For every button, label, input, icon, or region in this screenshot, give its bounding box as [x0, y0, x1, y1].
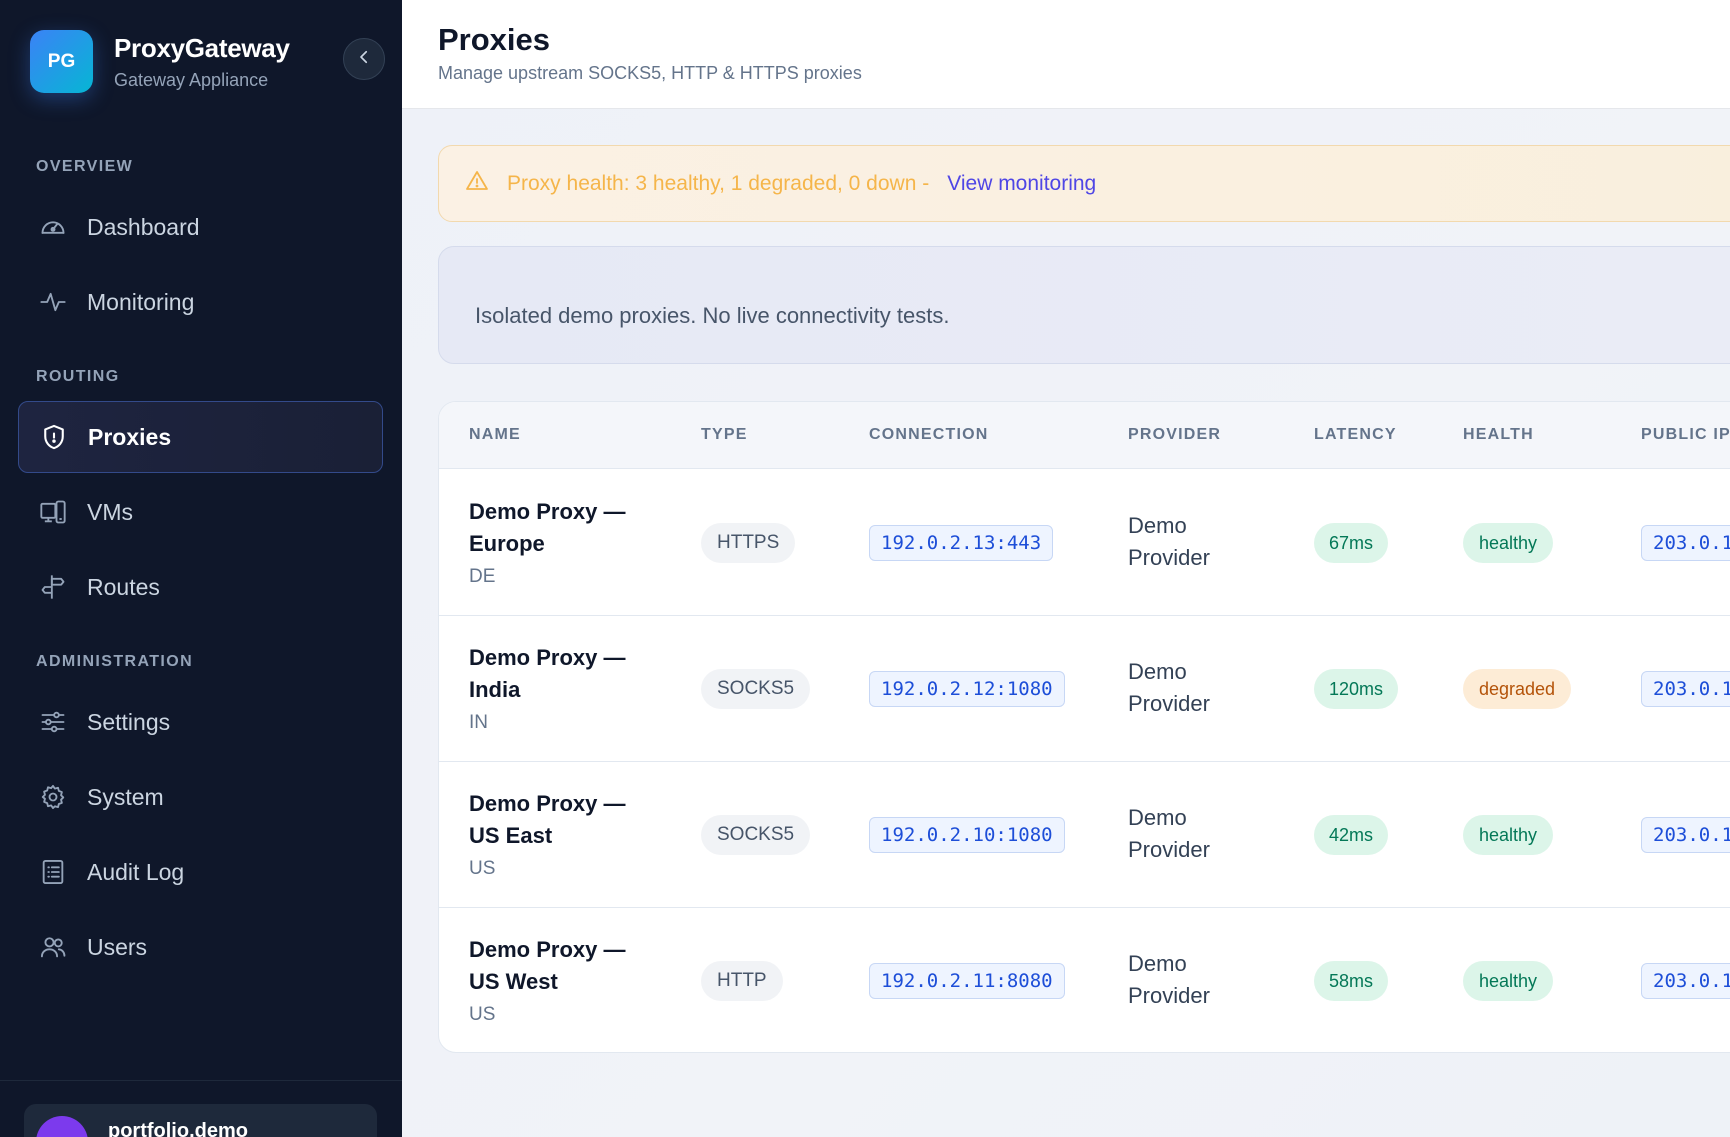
user-card[interactable]: portfolio.demo [24, 1104, 377, 1137]
health-badge: healthy [1463, 961, 1554, 1001]
health-badge: healthy [1463, 523, 1554, 563]
table-row[interactable]: Demo Proxy — US East US SOCKS5 192.0.2.1… [439, 762, 1730, 908]
avatar [36, 1116, 88, 1137]
column-header-latency[interactable]: LATENCY [1314, 426, 1397, 444]
info-text: Isolated demo proxies. No live connectiv… [475, 303, 950, 328]
latency-badge: 120ms [1314, 669, 1399, 709]
column-header-connection[interactable]: CONNECTION [869, 426, 989, 444]
sidebar-divider [0, 1080, 402, 1081]
proxy-country: US [469, 858, 496, 879]
sidebar-item-label: Settings [87, 708, 171, 735]
proxy-name: Demo Proxy — US East [469, 791, 626, 848]
proxy-name: Demo Proxy — India [469, 645, 626, 702]
proxy-country: IN [469, 712, 488, 733]
chevron-left-icon [355, 48, 373, 71]
main-content: Proxies Manage upstream SOCKS5, HTTP & H… [402, 0, 1730, 1137]
latency-badge: 67ms [1314, 523, 1389, 563]
sidebar-item-system[interactable]: System [18, 761, 383, 833]
sidebar-item-label: Dashboard [87, 213, 200, 240]
proxy-type-badge: HTTP [701, 961, 783, 1001]
sidebar-item-label: Users [87, 933, 148, 960]
sidebar-item-vms[interactable]: VMs [18, 476, 383, 548]
proxies-table: NAME TYPE CONNECTION PROVIDER LATENCY HE… [438, 401, 1730, 1053]
proxy-provider: Demo Provider [1128, 659, 1210, 716]
collapse-sidebar-button[interactable] [343, 38, 385, 80]
sliders-icon [38, 707, 68, 737]
public-ip[interactable]: 203.0.1 [1641, 963, 1730, 999]
page-title: Proxies [438, 22, 551, 57]
table-header: NAME TYPE CONNECTION PROVIDER LATENCY HE… [439, 402, 1730, 469]
proxy-name: Demo Proxy — US West [469, 937, 626, 994]
brand-logo: PG [30, 30, 93, 93]
signpost-icon [38, 572, 68, 602]
page-subtitle: Manage upstream SOCKS5, HTTP & HTTPS pro… [438, 63, 862, 83]
public-ip[interactable]: 203.0.1 [1641, 817, 1730, 853]
health-badge: degraded [1463, 669, 1572, 709]
latency-badge: 58ms [1314, 961, 1389, 1001]
table-row[interactable]: Demo Proxy — US West US HTTP 192.0.2.11:… [439, 908, 1730, 1052]
sidebar-item-label: System [87, 783, 164, 810]
public-ip[interactable]: 203.0.1 [1641, 525, 1730, 561]
sidebar-item-settings[interactable]: Settings [18, 686, 383, 758]
health-badge: healthy [1463, 815, 1554, 855]
activity-icon [38, 287, 68, 317]
alert-text: Proxy health: 3 healthy, 1 degraded, 0 d… [507, 171, 930, 195]
section-label-routing: ROUTING [36, 368, 120, 385]
proxy-connection[interactable]: 192.0.2.11:8080 [869, 963, 1065, 999]
column-header-name[interactable]: NAME [469, 426, 521, 444]
column-header-health[interactable]: HEALTH [1463, 426, 1534, 444]
devices-icon [38, 497, 68, 527]
warning-icon [465, 169, 489, 199]
proxy-country: US [469, 1004, 496, 1025]
proxy-type-badge: SOCKS5 [701, 815, 811, 855]
proxy-connection[interactable]: 192.0.2.12:1080 [869, 671, 1065, 707]
proxy-connection[interactable]: 192.0.2.10:1080 [869, 817, 1065, 853]
table-row[interactable]: Demo Proxy — Europe DE HTTPS 192.0.2.13:… [439, 470, 1730, 616]
column-header-type[interactable]: TYPE [701, 426, 748, 444]
gear-icon [38, 782, 68, 812]
proxy-type-badge: HTTPS [701, 523, 796, 563]
proxy-provider: Demo Provider [1128, 951, 1210, 1008]
section-label-overview: OVERVIEW [36, 158, 134, 175]
proxy-country: DE [469, 566, 496, 587]
sidebar-item-label: Routes [87, 573, 160, 600]
sidebar-item-users[interactable]: Users [18, 911, 383, 983]
proxy-type-badge: SOCKS5 [701, 669, 811, 709]
sidebar: PG ProxyGateway Gateway Appliance OVERVI… [0, 0, 402, 1137]
sidebar-item-label: Proxies [88, 423, 172, 450]
sidebar-item-dashboard[interactable]: Dashboard [18, 191, 383, 263]
column-header-provider[interactable]: PROVIDER [1128, 426, 1221, 444]
proxy-provider: Demo Provider [1128, 513, 1210, 570]
sidebar-item-proxies[interactable]: Proxies [18, 401, 383, 473]
shield-icon [39, 422, 69, 452]
public-ip[interactable]: 203.0.1 [1641, 671, 1730, 707]
column-header-public-ip[interactable]: PUBLIC IP [1641, 426, 1730, 444]
section-label-administration: ADMINISTRATION [36, 653, 194, 670]
proxy-name: Demo Proxy — Europe [469, 499, 626, 556]
sidebar-item-audit-log[interactable]: Audit Log [18, 836, 383, 908]
sidebar-item-label: VMs [87, 498, 133, 525]
proxy-provider: Demo Provider [1128, 805, 1210, 862]
user-name: portfolio.demo [108, 1120, 248, 1137]
latency-badge: 42ms [1314, 815, 1389, 855]
brand-text: ProxyGateway Gateway Appliance [114, 33, 290, 91]
gauge-icon [38, 212, 68, 242]
brand-name: ProxyGateway [114, 32, 290, 63]
list-icon [38, 857, 68, 887]
brand-subtitle: Gateway Appliance [114, 69, 269, 90]
proxy-connection[interactable]: 192.0.2.13:443 [869, 525, 1054, 561]
sidebar-item-label: Audit Log [87, 858, 185, 885]
brand[interactable]: PG ProxyGateway Gateway Appliance [30, 30, 290, 93]
sidebar-item-routes[interactable]: Routes [18, 551, 383, 623]
sidebar-item-label: Monitoring [87, 288, 195, 315]
table-row[interactable]: Demo Proxy — India IN SOCKS5 192.0.2.12:… [439, 616, 1730, 762]
health-alert: Proxy health: 3 healthy, 1 degraded, 0 d… [438, 145, 1730, 222]
info-banner: Isolated demo proxies. No live connectiv… [438, 246, 1730, 364]
view-monitoring-link[interactable]: View monitoring [947, 172, 1096, 196]
users-icon [38, 932, 68, 962]
page-header: Proxies Manage upstream SOCKS5, HTTP & H… [402, 0, 1730, 109]
sidebar-item-monitoring[interactable]: Monitoring [18, 266, 383, 338]
